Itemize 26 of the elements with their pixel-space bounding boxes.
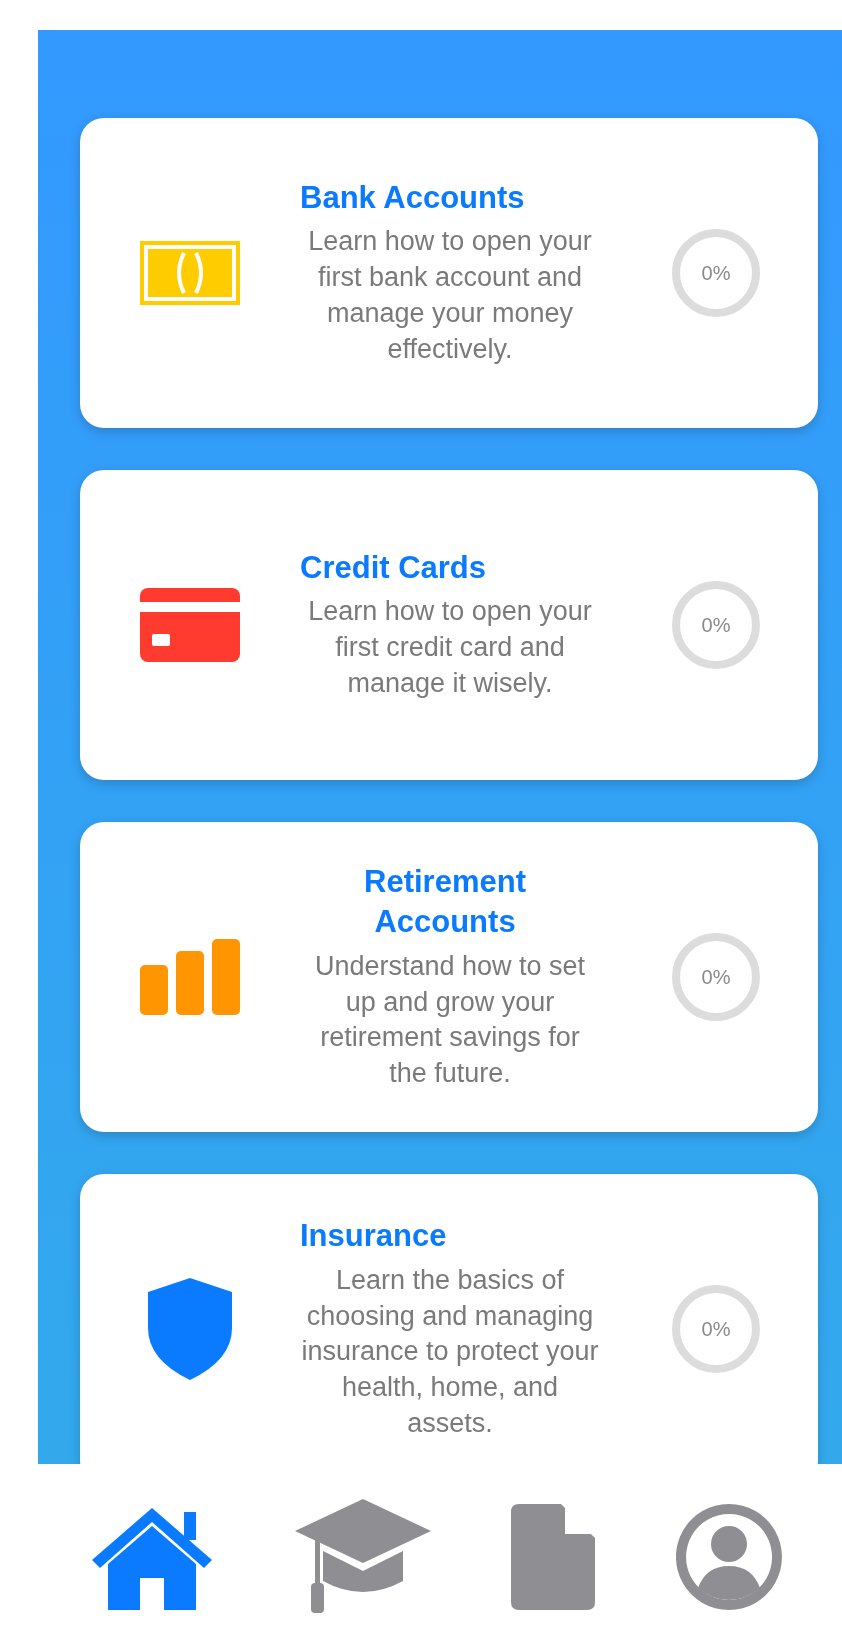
progress-percent: 0% (700, 261, 732, 286)
topic-title: Credit Cards (300, 549, 487, 587)
topic-title: Retirement Accounts (363, 863, 527, 942)
profile-tab[interactable] (675, 1503, 782, 1610)
topic-description: Learn the basics of choosing and managing insurance to protect your health, home, and assets. (300, 1263, 600, 1441)
progress-percent: 0% (700, 1317, 732, 1343)
topic-card[interactable]: Retirement Accounts Understand how to set up and grow your retirement savings for the future. 0% (80, 822, 818, 1133)
banknote-icon (140, 241, 240, 305)
topic-title: Insurance (300, 1217, 447, 1256)
shield-icon (148, 1278, 232, 1381)
topic-description: Understand how to set up and grow your retirement savings for the future. (313, 949, 587, 1091)
learn-tab[interactable] (294, 1498, 431, 1615)
topic-card[interactable]: Credit Cards Learn how to open your first credit card and manage it wisely. 0% (80, 470, 818, 780)
topic-card[interactable]: Bank Accounts Learn how to open your first bank account and manage your money effectively. 0% (80, 118, 818, 428)
graduation-cap-icon (294, 1498, 431, 1615)
progress-percent: 0% (700, 613, 732, 638)
topic-description: Learn how to open your first credit card and manage it wisely. (307, 595, 593, 701)
topic-description: Learn how to open your first bank account and manage your money effectively. (307, 225, 593, 367)
document-icon (511, 1503, 596, 1610)
document-tab[interactable] (511, 1503, 596, 1610)
topic-card[interactable]: Insurance Learn the basics of choosing and managing insurance to protect your health, home, and assets. 0% (80, 1174, 818, 1464)
bar-chart-icon (140, 939, 240, 1016)
profile-icon (675, 1503, 782, 1610)
credit-card-icon (140, 588, 240, 662)
topic-title: Bank Accounts (300, 179, 525, 218)
progress-percent: 0% (700, 965, 732, 991)
